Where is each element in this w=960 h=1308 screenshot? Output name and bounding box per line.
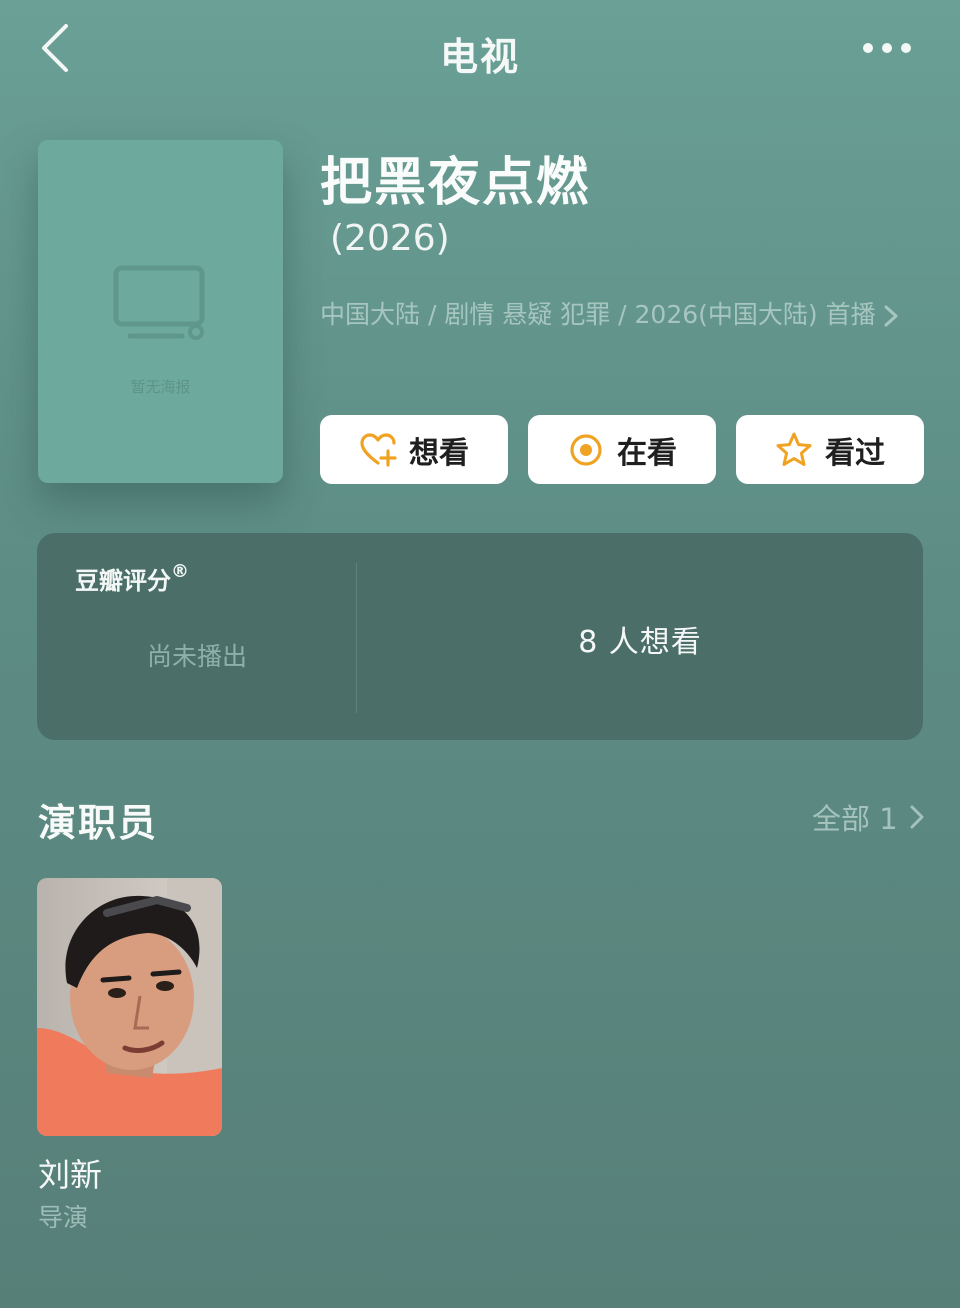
douban-rating-label: 豆瓣评分®: [75, 561, 189, 596]
cast-member-role: 导演: [38, 1203, 89, 1232]
watching-label: 在看: [617, 435, 677, 471]
douban-rating-text: 豆瓣评分: [75, 567, 171, 595]
target-icon: [570, 433, 602, 466]
chevron-right-icon: [884, 305, 898, 327]
no-poster-text: 暂无海报: [130, 378, 191, 396]
watched-button[interactable]: 看过: [736, 415, 924, 484]
want-count[interactable]: 8 人想看: [357, 617, 923, 661]
chevron-right-icon: [910, 805, 924, 829]
registered-mark: ®: [171, 561, 189, 582]
watching-button[interactable]: 在看: [528, 415, 716, 484]
more-dots-icon[interactable]: [852, 30, 922, 66]
view-all-cast-link[interactable]: 全部 1: [812, 796, 926, 838]
poster-placeholder[interactable]: 暂无海报: [38, 140, 283, 483]
cast-section-title: 演职员: [38, 801, 159, 845]
view-all-cast-label: 全部 1: [812, 802, 898, 836]
cast-member-name[interactable]: 刘新: [38, 1150, 102, 1196]
rating-status: 尚未播出: [146, 642, 247, 671]
show-meta[interactable]: 中国大陆 / 剧情 悬疑 犯罪 / 2026(中国大陆) 首播: [320, 292, 900, 338]
want-to-watch-label: 想看: [409, 435, 469, 471]
star-icon: [776, 432, 812, 466]
want-to-watch-button[interactable]: 想看: [320, 415, 508, 484]
show-title: 把黑夜点燃: [320, 153, 591, 213]
top-nav-bar: 电视: [0, 0, 960, 100]
rating-card: 豆瓣评分® 尚未播出 8 人想看: [37, 533, 923, 740]
heart-plus-icon: [360, 432, 397, 467]
tv-icon: [110, 262, 214, 346]
show-year: (2026): [330, 218, 450, 259]
watched-label: 看过: [825, 435, 885, 471]
person-photo-illustration: [37, 878, 222, 1136]
page-title: 电视: [439, 35, 520, 79]
show-meta-text: 中国大陆 / 剧情 悬疑 犯罪 / 2026(中国大陆) 首播: [320, 300, 876, 329]
cast-photo[interactable]: [37, 878, 222, 1136]
